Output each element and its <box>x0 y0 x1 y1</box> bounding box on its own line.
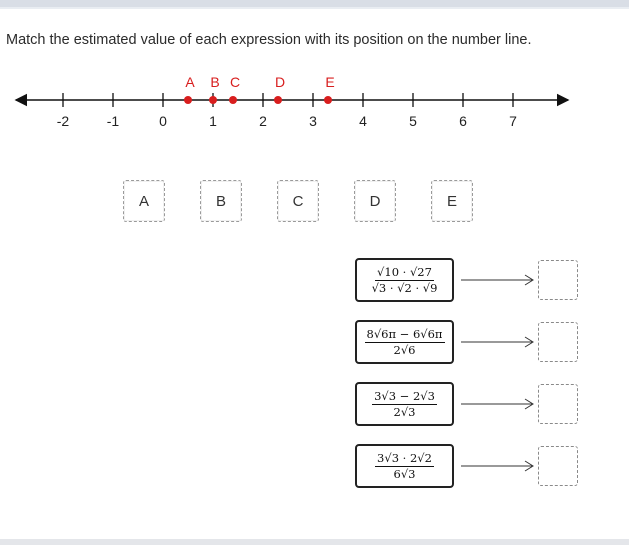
drop-zone-2[interactable] <box>538 322 578 362</box>
tick-label: 3 <box>309 113 317 129</box>
expression-box-2: 8√6π − 6√6π 2√6 <box>355 320 454 364</box>
tick-label: -1 <box>107 113 120 129</box>
instruction-text: Match the estimated value of each expres… <box>6 32 532 48</box>
fraction-denominator: 2√3 <box>393 404 416 419</box>
point-d <box>274 96 282 104</box>
expression-box-3: 3√3 − 2√3 2√3 <box>355 382 454 426</box>
expression-box-1: √10 · √27 √3 · √2 · √9 <box>355 258 454 302</box>
answer-tile-a[interactable]: A <box>123 180 165 222</box>
expression-box-4: 3√3 · 2√2 6√3 <box>355 444 454 488</box>
answer-tile-e[interactable]: E <box>431 180 473 222</box>
right-arrow-icon <box>461 460 534 472</box>
tick-label: 2 <box>259 113 267 129</box>
point-label-e: E <box>325 74 334 90</box>
right-arrow-icon <box>461 274 534 286</box>
drop-zone-4[interactable] <box>538 446 578 486</box>
point-label-d: D <box>275 74 285 90</box>
drop-zone-3[interactable] <box>538 384 578 424</box>
right-arrow-icon <box>461 336 534 348</box>
drop-zone-1[interactable] <box>538 260 578 300</box>
point-label-b: B <box>210 74 219 90</box>
fraction: 8√6π − 6√6π 2√6 <box>364 326 445 357</box>
tick-label: 5 <box>409 113 417 129</box>
answer-tile-b[interactable]: B <box>200 180 242 222</box>
bottom-bar <box>0 539 629 545</box>
fraction-numerator: 8√6π − 6√6π <box>364 326 445 343</box>
fraction-denominator: √3 · √2 · √9 <box>371 280 438 295</box>
point-a <box>184 96 192 104</box>
answer-tile-c[interactable]: C <box>277 180 319 222</box>
fraction-numerator: 3√3 − 2√3 <box>372 388 437 405</box>
tick-label: 4 <box>359 113 367 129</box>
tick-label: 1 <box>209 113 217 129</box>
fraction-numerator: √10 · √27 <box>375 264 434 281</box>
answer-tile-d[interactable]: D <box>354 180 396 222</box>
fraction: 3√3 − 2√3 2√3 <box>372 390 437 418</box>
tick-label: 0 <box>159 113 167 129</box>
fraction: 3√3 · 2√2 6√3 <box>375 452 434 480</box>
tick-label: 7 <box>509 113 517 129</box>
point-c <box>229 96 237 104</box>
top-bar <box>0 0 629 7</box>
number-line: -2 -1 0 1 2 3 4 5 6 7 ABC D E <box>14 74 570 129</box>
right-arrow-icon <box>461 398 534 410</box>
top-bar-divider <box>0 7 629 9</box>
point-label-c: C <box>230 74 240 90</box>
fraction-numerator: 3√3 · 2√2 <box>375 450 434 467</box>
fraction: √10 · √27 √3 · √2 · √9 <box>372 266 438 294</box>
point-b <box>209 96 217 104</box>
point-e <box>324 96 332 104</box>
tick-label: -2 <box>57 113 70 129</box>
fraction-denominator: 2√6 <box>393 342 416 357</box>
tick-label: 6 <box>459 113 467 129</box>
fraction-denominator: 6√3 <box>393 466 416 481</box>
point-label-a: A <box>185 74 195 90</box>
